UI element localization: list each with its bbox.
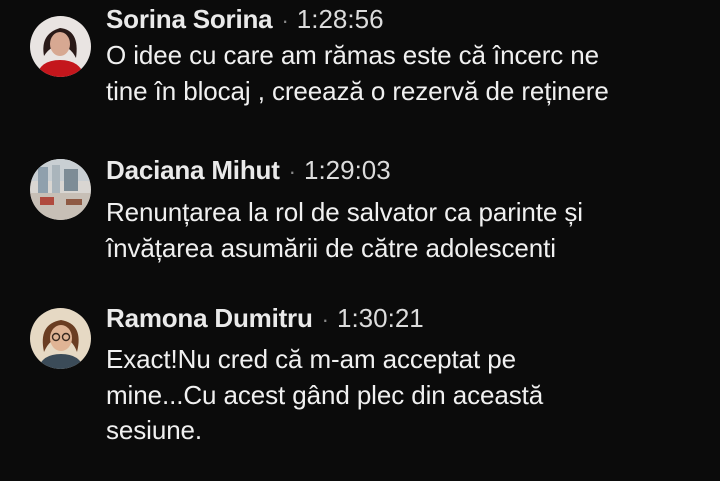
woman-dark-hair-red-top-avatar (30, 16, 91, 77)
author-name[interactable]: Sorina Sorina (106, 4, 273, 35)
message-header: Sorina Sorina · 1:28:56 (106, 4, 706, 38)
separator-dot: · (288, 159, 296, 184)
interior-room-photo-avatar (30, 159, 91, 220)
message-body: Sorina Sorina · 1:28:56 O idee cu care a… (106, 4, 706, 109)
message-text: Renunțarea la rol de salvator ca parinte… (106, 197, 583, 263)
message-text: Exact!Nu cred că m-am acceptat pe mine..… (106, 344, 544, 445)
timestamp[interactable]: 1:29:03 (304, 155, 391, 186)
message-body: Daciana Mihut · 1:29:03 Renunțarea la ro… (106, 155, 706, 266)
timestamp[interactable]: 1:28:56 (297, 4, 384, 35)
message-header: Ramona Dumitru · 1:30:21 (106, 303, 706, 337)
separator-dot: · (281, 8, 289, 33)
avatar[interactable] (30, 16, 91, 77)
chat-message-list: Sorina Sorina · 1:28:56 O idee cu care a… (0, 0, 720, 481)
message-text: O idee cu care am rămas este că încerc n… (106, 40, 609, 106)
avatar[interactable] (30, 308, 91, 369)
author-name[interactable]: Ramona Dumitru (106, 303, 313, 334)
timestamp[interactable]: 1:30:21 (337, 303, 424, 334)
avatar[interactable] (30, 159, 91, 220)
woman-glasses-avatar (30, 308, 91, 369)
message-body: Ramona Dumitru · 1:30:21 Exact!Nu cred c… (106, 303, 706, 449)
message-header: Daciana Mihut · 1:29:03 (106, 155, 706, 189)
author-name[interactable]: Daciana Mihut (106, 155, 280, 186)
separator-dot: · (321, 307, 329, 332)
